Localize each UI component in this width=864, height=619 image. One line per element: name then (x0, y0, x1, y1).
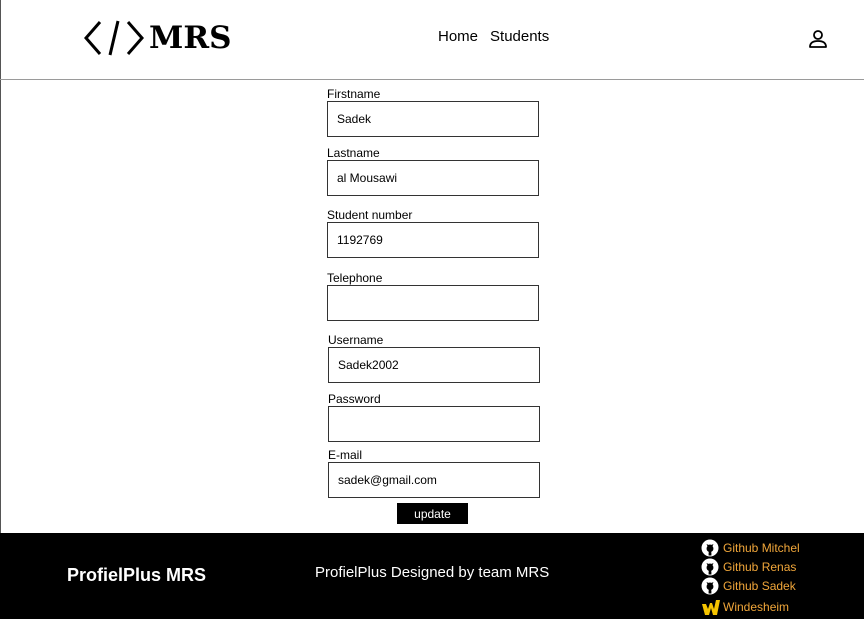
footer-links: Github Mitchel Github Renas Github Sadek… (701, 538, 800, 616)
update-button[interactable]: update (397, 503, 468, 524)
firstname-field-group: Firstname (327, 87, 541, 137)
windesheim-link[interactable]: Windesheim (701, 597, 800, 616)
code-brackets-icon (84, 20, 144, 56)
footer-brand: ProfielPlus MRS (67, 565, 207, 585)
github-renas-link[interactable]: Github Renas (701, 557, 800, 576)
user-icon (809, 30, 827, 48)
telephone-input[interactable] (327, 285, 539, 321)
page-footer: ProfielPlus MRS ProfielPlus Designed by … (0, 533, 864, 619)
github-icon (701, 538, 721, 557)
password-label: Password (328, 392, 381, 406)
email-label: E-mail (328, 448, 363, 462)
github-renas-label: Github Renas (723, 559, 797, 574)
lastname-input[interactable] (327, 160, 539, 196)
student-number-field-group: Student number (327, 208, 541, 258)
github-mitchel-label: Github Mitchel (723, 540, 800, 555)
logo-text: MRS (149, 19, 232, 56)
password-input[interactable] (328, 406, 540, 442)
firstname-input[interactable] (327, 101, 539, 137)
student-number-input[interactable] (327, 222, 539, 258)
username-input[interactable] (328, 347, 540, 383)
username-label: Username (328, 333, 384, 347)
github-sadek-label: Github Sadek (723, 578, 796, 593)
telephone-label: Telephone (327, 271, 383, 285)
firstname-label: Firstname (327, 87, 381, 101)
password-field-group: Password (328, 392, 542, 442)
github-mitchel-link[interactable]: Github Mitchel (701, 538, 800, 557)
windesheim-label: Windesheim (723, 599, 790, 614)
github-icon (701, 557, 721, 576)
nav-home-link[interactable]: Home (438, 28, 478, 45)
main-nav: Home Students (438, 28, 549, 45)
email-input[interactable] (328, 462, 540, 498)
footer-credit: ProfielPlus Designed by team MRS (315, 564, 550, 581)
lastname-field-group: Lastname (327, 146, 541, 196)
lastname-label: Lastname (327, 146, 380, 160)
top-header: MRS Home Students (0, 0, 864, 80)
student-number-label: Student number (327, 208, 413, 222)
email-field-group: E-mail (328, 448, 542, 498)
username-field-group: Username (328, 333, 542, 383)
nav-students-link[interactable]: Students (490, 28, 549, 45)
github-icon (701, 576, 721, 595)
telephone-field-group: Telephone (327, 271, 541, 321)
site-logo[interactable]: MRS (84, 18, 231, 58)
github-sadek-link[interactable]: Github Sadek (701, 576, 800, 595)
user-account-button[interactable] (806, 27, 830, 51)
windesheim-icon (701, 597, 721, 616)
